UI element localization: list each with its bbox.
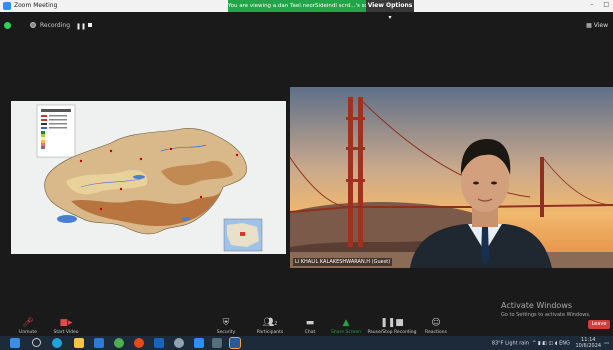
- meeting-toolbar: 🎤︎ Unmute ■▸ Start Video ⛨ Security 👥︎2 …: [0, 318, 613, 336]
- search-icon[interactable]: [32, 338, 41, 347]
- app-icon[interactable]: [212, 338, 222, 348]
- word-icon[interactable]: [229, 337, 241, 349]
- system-tray: 83°F Light rain ^ ▮ ◧ ◫ ◖ ENG 11:14 10/6…: [492, 337, 609, 349]
- view-options-button[interactable]: View Options ▾: [366, 0, 414, 21]
- app-icon[interactable]: [174, 338, 184, 348]
- view-button[interactable]: ▦ View: [586, 22, 608, 29]
- participants-count: 2: [274, 321, 278, 327]
- recording-indicator-icon: [30, 22, 36, 28]
- participant-name-label: Li KHALIL KALAKESHWARAN.H (Guest): [293, 258, 393, 266]
- reactions-button[interactable]: ☺ Reactions: [410, 318, 462, 335]
- start-icon[interactable]: [10, 338, 20, 348]
- shared-screen: [11, 101, 286, 254]
- leave-button[interactable]: Leave: [588, 320, 610, 329]
- stop-recording-icon[interactable]: [88, 23, 92, 27]
- zoom-app-icon: [3, 2, 11, 10]
- clock[interactable]: 11:14 10/6/2024: [575, 337, 601, 349]
- screen-share-banner: You are viewing a.dan Tael.neorSideindl …: [228, 0, 366, 12]
- tray-icons[interactable]: ^ ▮ ◧ ◫ ◖: [530, 341, 557, 347]
- language-indicator[interactable]: ENG: [559, 341, 570, 347]
- window-title: Zoom Meeting: [14, 2, 58, 9]
- pause-recording-icon[interactable]: ❚❚: [76, 23, 86, 30]
- date-text: 10/6/2024: [575, 343, 602, 349]
- switzerland-map-image: [11, 101, 286, 254]
- security-status-icon[interactable]: [4, 22, 11, 29]
- file-explorer-icon[interactable]: [74, 338, 84, 348]
- chat-label: Chat: [304, 330, 316, 335]
- maximize-icon[interactable]: □: [603, 1, 609, 8]
- share-screen-label: Share Screen: [331, 330, 361, 335]
- zoom-icon[interactable]: [194, 338, 204, 348]
- weather-text[interactable]: 83°F Light rain: [492, 341, 529, 347]
- minimize-icon[interactable]: –: [590, 1, 593, 8]
- security-label: Security: [216, 330, 236, 335]
- app-icon[interactable]: [154, 338, 164, 348]
- edge-icon[interactable]: [52, 338, 62, 348]
- reactions-label: Reactions: [425, 330, 447, 335]
- participant-video-image: [290, 87, 613, 268]
- participants-label: Participants: [256, 330, 284, 335]
- activate-windows-watermark: Activate Windows Go to Settings to activ…: [501, 301, 591, 318]
- video-camera-icon: ■▸: [59, 318, 73, 328]
- start-video-button[interactable]: ■▸ Start Video: [40, 318, 92, 335]
- participant-video[interactable]: Li KHALIL KALAKESHWARAN.H (Guest): [290, 87, 613, 268]
- window-controls: – □: [582, 1, 609, 8]
- notifications-icon[interactable]: ▭: [603, 341, 609, 347]
- recording-label: Recording: [40, 22, 71, 29]
- reactions-icon: ☺: [431, 318, 441, 328]
- windows-taskbar: 83°F Light rain ^ ▮ ◧ ◫ ◖ ENG 11:14 10/6…: [0, 336, 613, 350]
- chrome-icon[interactable]: [114, 338, 124, 348]
- start-video-label: Start Video: [53, 330, 79, 335]
- mail-icon[interactable]: [94, 338, 104, 348]
- app-icon[interactable]: [134, 338, 144, 348]
- unmute-label: Unmute: [19, 330, 37, 335]
- activate-title: Activate Windows: [501, 301, 573, 310]
